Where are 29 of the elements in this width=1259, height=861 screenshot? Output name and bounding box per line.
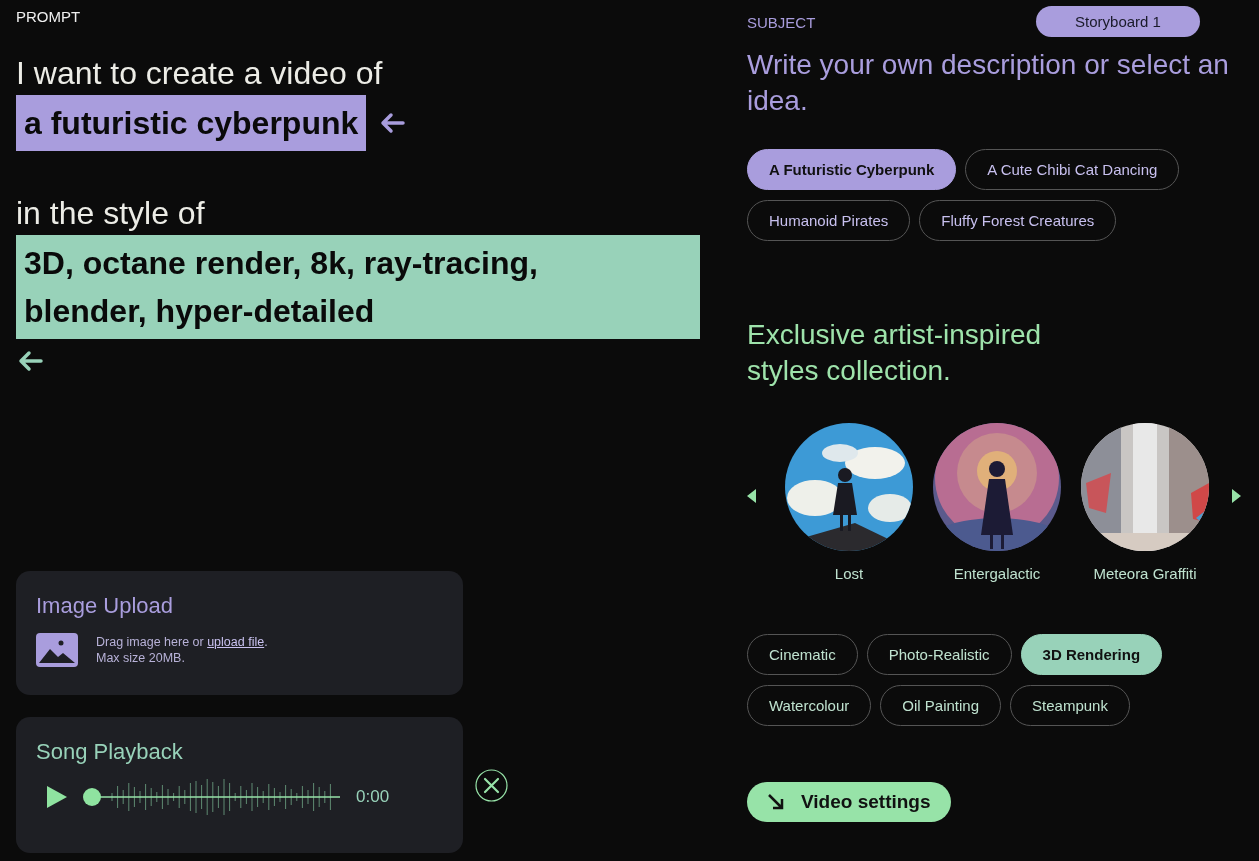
section-label: SUBJECT (747, 14, 816, 31)
subject-field[interactable]: a futuristic cyberpunk (16, 95, 367, 151)
subject-heading: Write your own description or select an idea. (747, 48, 1230, 118)
arrow-icon (767, 793, 785, 811)
styles-heading: Exclusive artist-inspired styles collection. (747, 318, 1043, 388)
style-chip[interactable]: 3D Rendering (1020, 634, 1163, 675)
style-field[interactable]: 3D, octane render, 8k, ray-tracing, blender, hyper-detailed (16, 235, 700, 339)
idea-chip[interactable]: A Futuristic Cyberpunk (747, 149, 957, 190)
previous-icon[interactable] (747, 489, 757, 503)
arrow-icon[interactable] (16, 349, 44, 373)
waveform-slider[interactable] (82, 779, 342, 815)
play-icon[interactable] (46, 785, 68, 809)
time-label: 0:00 (356, 787, 390, 807)
upload-hint: Drag image here or upload file. Max size 20MB. (96, 634, 268, 666)
prompt-text: I want to create a video of (16, 54, 384, 93)
storyboard-button[interactable]: Storyboard 1 (1036, 6, 1200, 37)
style-name[interactable]: Lost (834, 565, 864, 582)
arrow-icon[interactable] (378, 111, 407, 135)
section-label: PROMPT (16, 8, 82, 25)
image-icon (36, 633, 78, 667)
card-title: Image Upload (36, 593, 174, 619)
style-name[interactable]: Meteora Graffiti (1093, 565, 1197, 582)
card-title: Song Playback (36, 739, 184, 765)
style-name[interactable]: Entergalactic (953, 565, 1041, 582)
next-icon[interactable] (1231, 489, 1241, 503)
upload-card[interactable]: Image Upload Drag image here or upload file. Max size 20MB. (16, 571, 463, 695)
close-icon[interactable] (475, 768, 508, 802)
prompt-text: in the style of (16, 194, 206, 233)
video-settings-button[interactable]: Video settings (747, 782, 951, 822)
